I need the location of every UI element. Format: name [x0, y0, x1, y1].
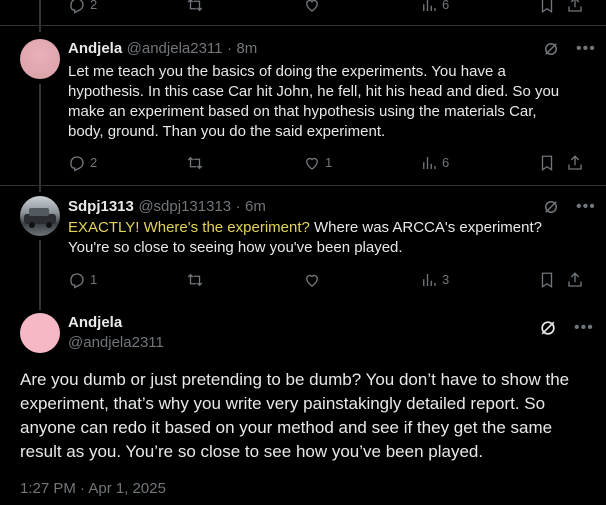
views-button[interactable]: 3 — [420, 271, 449, 289]
reply-button[interactable]: 2 — [68, 154, 97, 172]
separator-dot: · — [226, 40, 232, 57]
thread-line — [39, 84, 41, 192]
display-name[interactable]: Sdpj1313 — [68, 198, 134, 215]
like-icon — [306, 157, 318, 170]
car-photo-icon — [24, 208, 56, 228]
bookmark-button[interactable] — [538, 271, 556, 289]
views-button[interactable]: 6 — [420, 154, 449, 172]
grok-icon[interactable] — [542, 198, 560, 216]
share-icon — [568, 272, 582, 287]
top-action-bar: 2 6 — [68, 0, 584, 20]
more-icon[interactable]: ••• — [576, 40, 596, 58]
post-time[interactable]: 8m — [236, 40, 257, 57]
grok-icon[interactable] — [538, 318, 558, 338]
views-icon — [423, 274, 436, 286]
handle[interactable]: @sdpj131313 — [138, 198, 231, 215]
divider — [0, 185, 606, 186]
bookmark-icon — [541, 155, 553, 172]
share-button[interactable] — [566, 271, 584, 289]
reply1-action-bar: 2 1 6 — [68, 154, 584, 178]
like-icon — [306, 0, 318, 12]
reply2-action-bar: 1 3 — [68, 271, 584, 295]
share-button[interactable] — [566, 0, 584, 14]
main-post-text: Are you dumb or just pretending to be du… — [20, 370, 570, 461]
reply-count: 2 — [90, 155, 98, 170]
bookmark-button[interactable] — [538, 0, 556, 14]
main-post-name: Andjela — [68, 314, 122, 332]
retweet-button[interactable] — [186, 154, 204, 172]
like-count: 1 — [325, 155, 333, 170]
separator-dot: · — [235, 198, 241, 215]
reply-count: 1 — [90, 272, 98, 287]
post-text: Let me teach you the basics of doing the… — [68, 63, 560, 140]
post-timestamp[interactable]: 1:27 PM · Apr 1, 2025 — [20, 480, 166, 497]
post-corner-controls: ••• — [538, 318, 594, 338]
views-count: 6 — [442, 155, 450, 170]
bookmark-button[interactable] — [538, 154, 556, 172]
reply-button[interactable]: 1 — [68, 271, 97, 289]
display-name[interactable]: Andjela — [68, 40, 122, 57]
retweet-icon — [187, 0, 203, 12]
like-button[interactable]: 1 — [303, 154, 332, 172]
reply-icon — [70, 273, 84, 289]
divider — [0, 25, 606, 26]
views-icon — [423, 157, 436, 169]
like-icon — [306, 274, 318, 287]
retweet-icon — [187, 273, 203, 287]
highlighted-text: EXACTLY! Where's the experiment? — [68, 219, 310, 236]
reply-header: Andjela @andjela2311 · 8m — [68, 40, 257, 58]
views-count: 3 — [442, 272, 450, 287]
reply-icon — [70, 156, 84, 172]
avatar[interactable] — [20, 39, 60, 79]
reply-button[interactable]: 2 — [68, 0, 97, 14]
post-text: EXACTLY! Where's the experiment? Where w… — [68, 218, 568, 258]
more-icon[interactable]: ••• — [574, 319, 594, 337]
bookmark-icon — [541, 0, 553, 14]
thread-line — [39, 240, 41, 310]
retweet-button[interactable] — [186, 0, 204, 14]
avatar[interactable] — [20, 196, 60, 236]
main-post-handle-row: @andjela2311 — [68, 334, 164, 352]
handle[interactable]: @andjela2311 — [127, 40, 223, 57]
reply-count: 2 — [90, 0, 98, 12]
share-icon — [568, 155, 582, 170]
share-button[interactable] — [566, 154, 584, 172]
like-button[interactable] — [303, 271, 321, 289]
handle[interactable]: @andjela2311 — [68, 334, 164, 351]
share-icon — [568, 0, 582, 12]
views-count: 6 — [442, 0, 450, 12]
retweet-button[interactable] — [186, 271, 204, 289]
bookmark-icon — [541, 272, 553, 289]
like-button[interactable] — [303, 0, 321, 14]
more-icon[interactable]: ••• — [576, 198, 596, 216]
reply-header: Sdpj1313 @sdpj131313 · 6m — [68, 198, 266, 216]
reply-icon — [70, 0, 84, 14]
views-button[interactable]: 6 — [420, 0, 449, 14]
avatar[interactable] — [20, 313, 60, 353]
post-corner-controls: ••• — [542, 40, 596, 58]
grok-icon[interactable] — [542, 40, 560, 58]
post-corner-controls: ••• — [542, 198, 596, 216]
retweet-icon — [187, 156, 203, 170]
views-icon — [423, 0, 436, 11]
display-name[interactable]: Andjela — [68, 314, 122, 331]
thread-line — [39, 0, 41, 32]
post-time[interactable]: 6m — [245, 198, 266, 215]
